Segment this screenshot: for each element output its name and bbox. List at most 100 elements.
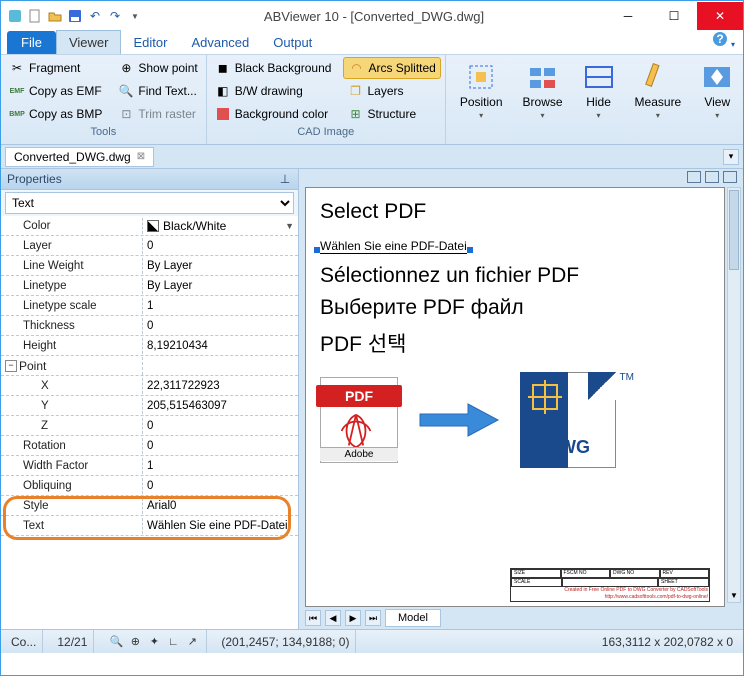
trim-raster-button[interactable]: ⊡Trim raster: [114, 103, 201, 125]
open-icon[interactable]: [47, 8, 63, 24]
prop-val[interactable]: 0: [143, 418, 298, 434]
copy-emf-button[interactable]: EMFCopy as EMF: [5, 80, 106, 102]
collapse-icon[interactable]: −: [5, 360, 17, 372]
structure-button[interactable]: ⊞Structure: [343, 103, 440, 125]
prop-val[interactable]: By Layer: [143, 278, 298, 294]
canvas-text-selected[interactable]: Wählen Sie eine PDF-Datei: [320, 232, 710, 256]
copy-bmp-button[interactable]: BMPCopy as BMP: [5, 103, 106, 125]
scroll-down-icon[interactable]: ▼: [728, 588, 740, 602]
canvas-max-icon[interactable]: [705, 171, 719, 183]
tab-first-icon[interactable]: ⏮: [305, 610, 321, 626]
doctab-menu[interactable]: ▾: [723, 149, 739, 165]
prop-category[interactable]: −Point: [1, 357, 143, 375]
close-button[interactable]: ✕: [697, 2, 743, 30]
window-controls: ─ ☐ ✕: [605, 2, 743, 30]
prop-val[interactable]: 205,515463097: [143, 398, 298, 414]
help-button[interactable]: ? ▾: [704, 27, 743, 54]
status-icon-1[interactable]: 🔍: [108, 634, 124, 650]
measure-button[interactable]: Measure▾: [625, 57, 692, 124]
new-icon[interactable]: [27, 8, 43, 24]
prop-val[interactable]: 0: [143, 438, 298, 454]
advanced-tab[interactable]: Advanced: [179, 31, 261, 54]
arcs-splitted-button[interactable]: ◠Arcs Splitted: [343, 57, 440, 79]
prop-val[interactable]: 8,19210434: [143, 338, 298, 354]
view-icon: [701, 61, 733, 93]
prop-val[interactable]: 1: [143, 298, 298, 314]
color-value[interactable]: Black/White▼: [143, 217, 298, 235]
undo-icon[interactable]: ↶: [87, 8, 103, 24]
show-point-button[interactable]: ⊕Show point: [114, 57, 201, 79]
find-text-button[interactable]: 🔍Find Text...: [114, 80, 201, 102]
canvas-icons: PDF Adobe DWG TM: [320, 372, 710, 468]
canvas-text: Выберите PDF файл: [320, 296, 710, 320]
prop-val[interactable]: Wählen Sie eine PDF-Datei: [143, 518, 298, 534]
object-type-select[interactable]: Text: [5, 192, 294, 214]
quick-access-toolbar: ↶ ↷ ▼: [7, 8, 143, 24]
prop-val[interactable]: 22,311722923: [143, 378, 298, 394]
canvas-close-icon[interactable]: [723, 171, 737, 183]
prop-key: X: [1, 378, 143, 394]
browse-button[interactable]: Browse▾: [513, 57, 573, 124]
viewer-tab[interactable]: Viewer: [56, 30, 122, 54]
black-bg-label: Black Background: [235, 61, 332, 75]
svg-text:?: ?: [716, 32, 723, 46]
document-tab[interactable]: Converted_DWG.dwg⊠: [5, 147, 154, 167]
prop-val[interactable]: 1: [143, 458, 298, 474]
canvas-min-icon[interactable]: [687, 171, 701, 183]
layers-icon: ❐: [347, 83, 363, 99]
redo-icon[interactable]: ↷: [107, 8, 123, 24]
window-title: ABViewer 10 - [Converted_DWG.dwg]: [143, 9, 605, 24]
browse-label: Browse: [523, 95, 563, 109]
ribbon-group-cad: ◼ Black Background ◧B/W drawing Backgroun…: [207, 55, 446, 144]
editor-tab[interactable]: Editor: [121, 31, 179, 54]
black-bg-icon: ◼: [215, 60, 231, 76]
hide-button[interactable]: Hide▾: [573, 57, 625, 124]
position-button[interactable]: Position▾: [450, 57, 513, 124]
save-icon[interactable]: [67, 8, 83, 24]
group-label: CAD Image: [211, 125, 441, 140]
tab-last-icon[interactable]: ⏭: [365, 610, 381, 626]
maximize-button[interactable]: ☐: [651, 2, 697, 30]
black-bg-button[interactable]: ◼ Black Background: [211, 57, 336, 79]
prop-val[interactable]: 0: [143, 238, 298, 254]
tab-next-icon[interactable]: ▶: [345, 610, 361, 626]
qat-dropdown-icon[interactable]: ▼: [127, 8, 143, 24]
properties-panel: Properties⊥ Text ColorBlack/White▼ Layer…: [1, 169, 299, 629]
trim-raster-label: Trim raster: [138, 107, 196, 121]
layers-button[interactable]: ❐Layers: [343, 80, 440, 102]
view-button[interactable]: View▾: [691, 57, 743, 124]
file-tab[interactable]: File: [7, 31, 56, 54]
fragment-button[interactable]: ✂Fragment: [5, 57, 106, 79]
bgcolor-button[interactable]: Background color: [211, 103, 336, 125]
prop-val[interactable]: 0: [143, 478, 298, 494]
status-tool-icons: 🔍 ⊕ ✦ ∟ ↗: [102, 630, 207, 653]
status-icon-5[interactable]: ↗: [184, 634, 200, 650]
prop-val[interactable]: Arial0: [143, 498, 298, 514]
measure-icon: [642, 61, 674, 93]
prop-key: Style: [1, 498, 143, 514]
drawing-canvas[interactable]: Select PDF Wählen Sie eine PDF-Datei Sél…: [305, 187, 725, 607]
vertical-scrollbar[interactable]: ▲▼: [727, 187, 741, 603]
doctab-close-icon[interactable]: ⊠: [137, 151, 145, 162]
prop-val[interactable]: 0: [143, 318, 298, 334]
status-dims: 163,3112 x 202,0782 x 0: [596, 635, 739, 649]
minimize-button[interactable]: ─: [605, 2, 651, 30]
bw-button[interactable]: ◧B/W drawing: [211, 80, 336, 102]
prop-key: Color: [1, 218, 143, 234]
prop-key: Linetype scale: [1, 298, 143, 314]
scroll-thumb[interactable]: [729, 190, 739, 270]
pin-icon[interactable]: ⊥: [278, 172, 292, 186]
output-tab[interactable]: Output: [261, 31, 324, 54]
model-tab[interactable]: Model: [385, 609, 441, 627]
bmp-icon: BMP: [9, 106, 25, 122]
status-icon-4[interactable]: ∟: [165, 634, 181, 650]
status-icon-3[interactable]: ✦: [146, 634, 162, 650]
hide-icon: [583, 61, 615, 93]
prop-val[interactable]: By Layer: [143, 258, 298, 274]
bw-icon: ◧: [215, 83, 231, 99]
tab-prev-icon[interactable]: ◀: [325, 610, 341, 626]
status-co[interactable]: Co...: [5, 630, 43, 653]
status-icon-2[interactable]: ⊕: [127, 634, 143, 650]
bgcolor-icon: [215, 106, 231, 122]
dropdown-icon[interactable]: ▼: [285, 221, 294, 231]
